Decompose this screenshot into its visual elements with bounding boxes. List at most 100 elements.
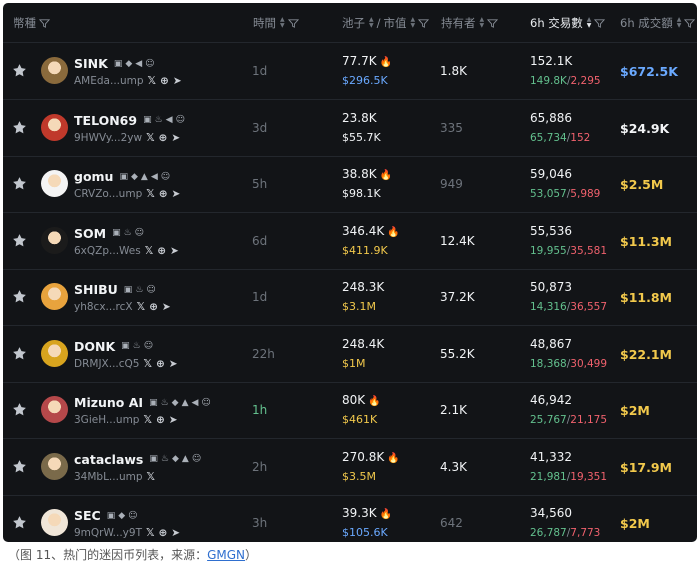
- sort-desc-icon[interactable]: ▲ ▼: [587, 17, 592, 29]
- token-address[interactable]: yh8cx...rcX 𝕏 ⊕ ➤: [74, 301, 171, 313]
- volume-value: $24.9K: [620, 120, 670, 136]
- table-row[interactable]: SINK ▣ ◆ ◀ ☺ AMEda...ump 𝕏 ⊕ ➤ 1d 77.7K 🔥 $296.…: [3, 43, 697, 100]
- globe-icon[interactable]: ⊕: [160, 75, 169, 87]
- telegram-icon[interactable]: ➤: [169, 414, 178, 426]
- star-icon[interactable]: [12, 63, 27, 78]
- tx-count: 152.1K: [530, 54, 573, 68]
- globe-icon[interactable]: ⊕: [149, 301, 158, 313]
- token-age: 2h: [252, 459, 268, 474]
- volume-value: $2M: [620, 403, 650, 418]
- figure-caption: （图 11、热门的迷因币列表，来源：GMGN）: [8, 548, 258, 562]
- sort-icon[interactable]: ▲ ▼: [369, 17, 374, 29]
- volume-value: $17.9M: [620, 459, 672, 475]
- token-address[interactable]: CRVZo...ump 𝕏 ⊕ ➤: [74, 188, 180, 200]
- token-address[interactable]: 9mQrW...y9T 𝕏 ⊕ ➤: [74, 527, 180, 539]
- globe-icon[interactable]: ⊕: [157, 245, 166, 257]
- page-icon: ▣: [112, 228, 121, 238]
- table-row[interactable]: SOM ▣ ♨ ☺ 6xQZp...Wes 𝕏 ⊕ ➤ 6d 346.4K 🔥 $411.9…: [3, 213, 697, 270]
- header-holders[interactable]: 持有者 ▲ ▼: [441, 15, 499, 31]
- telegram-icon[interactable]: ➤: [171, 132, 180, 144]
- header-time[interactable]: 時間 ▲ ▼: [253, 15, 299, 31]
- token-address[interactable]: 34MbL...ump 𝕏: [74, 471, 155, 483]
- header-pool-mcap[interactable]: 池子 ▲ ▼ / 市值 ▲ ▼: [342, 15, 430, 31]
- megaphone-icon: ◀: [135, 58, 143, 69]
- star-icon[interactable]: [12, 120, 27, 135]
- star-icon[interactable]: [12, 176, 27, 191]
- volume-value: $2.5M: [620, 177, 664, 192]
- star-icon[interactable]: [12, 515, 27, 530]
- x-icon[interactable]: 𝕏: [145, 245, 153, 257]
- filter-icon[interactable]: [487, 18, 499, 29]
- star-icon[interactable]: [12, 459, 27, 474]
- fire-icon: ♨: [132, 341, 141, 351]
- volume-value: $11.3M: [620, 233, 672, 249]
- telegram-icon[interactable]: ➤: [170, 245, 179, 257]
- table-row[interactable]: SHIBU ▣ ♨ ☺ yh8cx...rcX 𝕏 ⊕ ➤ 1d 248.3K $3.1M …: [3, 269, 697, 326]
- table-row[interactable]: SEC ▣ ◆ ☺ 9mQrW...y9T 𝕏 ⊕ ➤ 3h 39.3K 🔥 $105.6K…: [3, 495, 697, 542]
- token-name[interactable]: TELON69 ▣ ♨ ◀ ☺: [74, 113, 185, 128]
- x-icon[interactable]: 𝕏: [137, 301, 145, 313]
- globe-icon[interactable]: ⊕: [159, 132, 168, 144]
- x-icon[interactable]: 𝕏: [143, 414, 151, 426]
- token-avatar: [41, 283, 68, 310]
- table-row[interactable]: cataclaws ▣ ♨ ◆ ▲ ☺ 34MbL...ump 𝕏 2h 270.8K 🔥 …: [3, 439, 697, 496]
- header-volume[interactable]: 6h 成交額 ▲ ▼: [620, 15, 696, 31]
- token-address[interactable]: 6xQZp...Wes 𝕏 ⊕ ➤: [74, 245, 179, 257]
- token-name[interactable]: SINK ▣ ◆ ◀ ☺: [74, 56, 155, 71]
- star-icon[interactable]: [12, 233, 27, 248]
- volume-value: $2M: [620, 516, 650, 531]
- token-name[interactable]: SEC ▣ ◆ ☺: [74, 508, 138, 523]
- star-icon[interactable]: [12, 402, 27, 417]
- token-name[interactable]: gomu ▣ ◆ ▲ ◀ ☺: [74, 169, 170, 184]
- token-name[interactable]: SOM ▣ ♨ ☺: [74, 226, 144, 241]
- filter-icon[interactable]: [287, 18, 299, 29]
- token-name[interactable]: Mizuno AI ▣ ♨ ◆ ▲ ◀ ☺: [74, 395, 211, 410]
- sort-icon[interactable]: ▲ ▼: [280, 17, 285, 29]
- filter-icon[interactable]: [594, 18, 606, 29]
- star-icon[interactable]: [12, 289, 27, 304]
- token-address[interactable]: 3GieH...ump 𝕏 ⊕ ➤: [74, 414, 178, 426]
- source-link[interactable]: GMGN: [207, 548, 245, 562]
- globe-icon[interactable]: ⊕: [156, 414, 165, 426]
- header-txs[interactable]: 6h 交易數 ▲ ▼: [530, 15, 606, 31]
- sort-icon[interactable]: ▲ ▼: [480, 17, 485, 29]
- filter-icon[interactable]: [684, 18, 696, 29]
- token-name[interactable]: DONK ▣ ♨ ☺: [74, 339, 153, 354]
- table-row[interactable]: Mizuno AI ▣ ♨ ◆ ▲ ◀ ☺ 3GieH...ump 𝕏 ⊕ ➤ 1h 80K 🔥 …: [3, 382, 697, 439]
- filter-icon[interactable]: [418, 18, 430, 29]
- token-name[interactable]: SHIBU ▣ ♨ ☺: [74, 282, 156, 297]
- telegram-icon[interactable]: ➤: [173, 75, 182, 87]
- telegram-icon[interactable]: ➤: [162, 301, 171, 313]
- page-icon: ▣: [119, 171, 128, 182]
- telegram-icon[interactable]: ➤: [172, 188, 181, 200]
- fire-icon: ♨: [123, 228, 132, 238]
- telegram-icon[interactable]: ➤: [171, 527, 180, 539]
- table-row[interactable]: gomu ▣ ◆ ▲ ◀ ☺ CRVZo...ump 𝕏 ⊕ ➤ 5h 38.8K 🔥 $98.…: [3, 156, 697, 213]
- x-icon[interactable]: 𝕏: [146, 132, 154, 144]
- x-icon[interactable]: 𝕏: [147, 471, 155, 483]
- sort-icon[interactable]: ▲ ▼: [411, 17, 416, 29]
- table-row[interactable]: TELON69 ▣ ♨ ◀ ☺ 9HWVy...2yw 𝕏 ⊕ ➤ 3d 23.8K $55.…: [3, 100, 697, 157]
- pill-icon: ◆: [171, 397, 179, 408]
- filter-icon[interactable]: [39, 18, 50, 29]
- token-address[interactable]: 9HWVy...2yw 𝕏 ⊕ ➤: [74, 132, 180, 144]
- header-token[interactable]: 幣種: [13, 15, 50, 31]
- telegram-icon[interactable]: ➤: [169, 358, 178, 370]
- holders-count: 1.8K: [440, 64, 467, 78]
- star-icon[interactable]: [12, 346, 27, 361]
- table-row[interactable]: DONK ▣ ♨ ☺ DRMJX...cQ5 𝕏 ⊕ ➤ 22h 248.4K $1M 55…: [3, 326, 697, 383]
- token-name[interactable]: cataclaws ▣ ♨ ◆ ▲ ☺: [74, 452, 201, 467]
- globe-icon[interactable]: ⊕: [156, 358, 165, 370]
- holders-count: 37.2K: [440, 290, 475, 304]
- x-icon[interactable]: 𝕏: [146, 188, 154, 200]
- x-icon[interactable]: 𝕏: [143, 358, 151, 370]
- sort-icon[interactable]: ▲ ▼: [677, 17, 682, 29]
- x-icon[interactable]: 𝕏: [148, 75, 156, 87]
- globe-icon[interactable]: ⊕: [159, 188, 168, 200]
- token-address[interactable]: DRMJX...cQ5 𝕏 ⊕ ➤: [74, 358, 178, 370]
- clown-icon: ☺: [134, 228, 145, 238]
- globe-icon[interactable]: ⊕: [158, 527, 167, 539]
- x-icon[interactable]: 𝕏: [146, 527, 154, 539]
- token-address[interactable]: AMEda...ump 𝕏 ⊕ ➤: [74, 75, 182, 87]
- holders-count: 2.1K: [440, 403, 467, 417]
